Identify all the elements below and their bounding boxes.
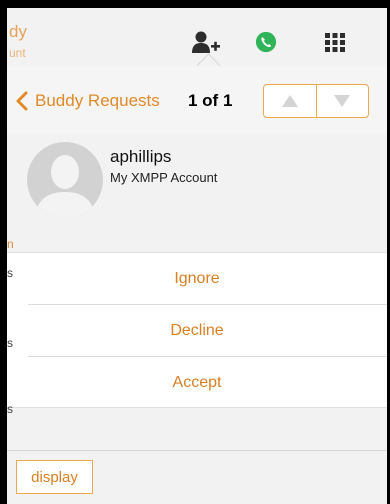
buddy-requests-popover: Buddy Requests 1 of 1 aphillips My XMPP …	[7, 53, 387, 504]
default-avatar-icon	[27, 142, 103, 218]
request-stepper	[263, 84, 369, 118]
bg-text-fragment: s	[7, 266, 13, 280]
grid-icon[interactable]	[324, 30, 346, 54]
back-button[interactable]: Buddy Requests	[35, 91, 160, 111]
up-arrow-icon	[281, 95, 298, 107]
down-arrow-icon	[334, 95, 351, 107]
contact-account: My XMPP Account	[110, 170, 218, 185]
contact-card: aphillips My XMPP Account	[7, 134, 387, 252]
bg-text-fragment: n	[7, 237, 14, 251]
ignore-button[interactable]: Ignore	[7, 253, 387, 304]
bg-text-fragment: s	[7, 336, 13, 350]
chevron-left-icon[interactable]	[15, 91, 29, 111]
add-buddy-icon[interactable]	[190, 30, 222, 54]
accept-button[interactable]: Accept	[7, 357, 387, 408]
footer-divider	[7, 450, 387, 451]
window-frame-top	[0, 0, 390, 8]
request-count: 1 of 1	[188, 91, 233, 110]
app-header: dy unt	[7, 8, 387, 67]
contact-name: aphillips	[110, 147, 172, 166]
app-title-fragment: dy	[9, 22, 27, 41]
previous-request-button[interactable]	[264, 85, 316, 117]
request-actions: Ignore Decline Accept	[7, 252, 387, 408]
display-button[interactable]: display	[16, 460, 93, 494]
window-frame-left	[0, 0, 7, 504]
next-request-button[interactable]	[315, 85, 369, 117]
app-subtitle-fragment: unt	[9, 46, 26, 60]
bg-text-fragment: s	[7, 402, 13, 416]
call-icon[interactable]	[255, 30, 277, 54]
nav-bar: Buddy Requests 1 of 1	[7, 66, 387, 135]
decline-button[interactable]: Decline	[7, 305, 387, 356]
